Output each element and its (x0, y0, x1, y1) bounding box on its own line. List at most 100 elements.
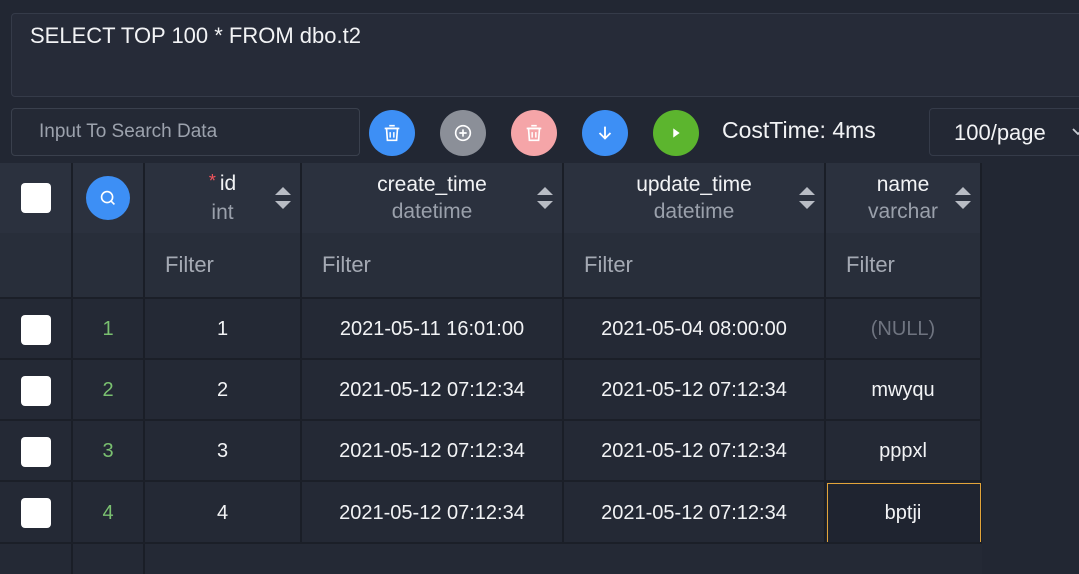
cell-value: 2021-05-04 08:00:00 (601, 318, 787, 340)
export-button[interactable] (582, 110, 628, 156)
cell-value: 2021-05-12 07:12:34 (339, 440, 525, 462)
row-number-cell: 3 (73, 421, 145, 482)
row-select-cell (0, 299, 73, 360)
cell-value: 2021-05-12 07:12:34 (601, 501, 787, 524)
cell-edit-value[interactable]: bptji (885, 502, 922, 525)
cell-value: 2021-05-12 07:12:34 (601, 440, 787, 462)
filter-cell-name (826, 233, 982, 297)
filter-cell-id (145, 233, 302, 297)
cell-update-time[interactable]: 2021-05-04 08:00:00 (564, 299, 826, 360)
column-name: update_time (636, 173, 752, 196)
header-row: * id int create_time datetime update_time… (0, 163, 982, 233)
cell-name[interactable]: mwyqu (826, 360, 982, 421)
cell-value: 3 (216, 440, 229, 462)
table-row[interactable]: 3 3 2021-05-12 07:12:34 2021-05-12 07:12… (0, 419, 982, 482)
sql-query-text[interactable]: SELECT TOP 100 * FROM dbo.t2 (30, 23, 361, 49)
cell-id[interactable]: 2 (145, 360, 302, 421)
row-checkbox[interactable] (20, 498, 51, 528)
cell-name-editing[interactable]: bptji (826, 482, 982, 544)
cost-time-label: CostTime: 4ms (722, 117, 876, 143)
sort-icon[interactable] (274, 184, 292, 212)
add-row-button[interactable] (440, 110, 486, 156)
row-number: 3 (102, 440, 114, 462)
column-name: id (219, 172, 237, 195)
cell-update-time[interactable]: 2021-05-12 07:12:34 (564, 421, 826, 482)
table-row[interactable]: 4 4 2021-05-12 07:12:34 2021-05-12 07:12… (0, 480, 982, 544)
column-name: create_time (377, 173, 487, 196)
cell-name[interactable]: (NULL) (826, 299, 982, 360)
filter-cell-create-time (302, 233, 564, 297)
cell-id[interactable]: 1 (145, 299, 302, 360)
row-number: 2 (102, 379, 114, 401)
run-button[interactable] (653, 110, 699, 156)
delete-row-button[interactable] (511, 110, 557, 156)
search-box[interactable] (11, 108, 360, 156)
filter-blank-cell (73, 233, 145, 297)
search-input[interactable] (12, 109, 359, 155)
select-all-checkbox[interactable] (20, 183, 51, 213)
trash-clear-icon (384, 124, 400, 142)
cell-value: 1 (216, 318, 229, 340)
cell-create-time[interactable]: 2021-05-12 07:12:34 (302, 360, 564, 421)
row-select-cell (0, 544, 73, 574)
cell-value-null: (NULL) (870, 318, 936, 340)
row-select-cell (0, 482, 73, 544)
cell-value: 2021-05-12 07:12:34 (339, 379, 525, 401)
filter-input-id[interactable] (145, 233, 300, 297)
column-name: name (876, 173, 930, 196)
play-icon (673, 128, 680, 138)
column-header-update-time[interactable]: update_time datetime (564, 163, 826, 233)
cell-name[interactable]: pppxl (826, 421, 982, 482)
table-row[interactable]: 1 1 2021-05-11 16:01:00 2021-05-04 08:00… (0, 297, 982, 360)
cell-value: mwyqu (871, 379, 935, 401)
cell-value: 4 (216, 501, 229, 524)
cell-value: 2021-05-12 07:12:34 (339, 501, 525, 524)
filter-input-update-time[interactable] (564, 233, 824, 297)
delete-icon (526, 124, 542, 142)
grid-search-button[interactable] (86, 176, 130, 220)
table-row-partial (0, 542, 982, 574)
sql-editor[interactable]: SELECT TOP 100 * FROM dbo.t2 (11, 13, 1079, 97)
cell-update-time[interactable]: 2021-05-12 07:12:34 (564, 482, 826, 544)
column-header-name[interactable]: name varchar (826, 163, 982, 233)
chevron-down-icon (1072, 128, 1079, 136)
cell-update-time[interactable]: 2021-05-12 07:12:34 (564, 360, 826, 421)
row-number-cell (73, 544, 145, 574)
row-number: 4 (102, 501, 114, 524)
row-checkbox[interactable] (20, 314, 51, 345)
page-size-select[interactable]: 100/page (929, 108, 1079, 156)
sort-icon[interactable] (536, 184, 554, 212)
cell-create-time[interactable]: 2021-05-12 07:12:34 (302, 482, 564, 544)
page-size-value: 100/page (954, 120, 1046, 145)
column-header-id[interactable]: * id int (145, 163, 302, 233)
sort-icon[interactable] (798, 184, 816, 212)
search-icon (100, 190, 116, 206)
cell-id[interactable]: 4 (145, 482, 302, 544)
filter-input-name[interactable] (826, 233, 980, 297)
cell-value: pppxl (879, 440, 927, 462)
row-checkbox[interactable] (20, 375, 51, 406)
row-number: 1 (102, 318, 114, 340)
row-number-cell: 4 (73, 482, 145, 544)
sort-icon[interactable] (954, 184, 972, 212)
cell-value: 2021-05-11 16:01:00 (339, 318, 525, 340)
filter-blank-cell (0, 233, 73, 297)
column-type: varchar (867, 200, 939, 223)
cell-id[interactable]: 3 (145, 421, 302, 482)
cell-create-time[interactable]: 2021-05-12 07:12:34 (302, 421, 564, 482)
column-type: datetime (391, 200, 473, 223)
arrow-down-icon (598, 126, 612, 140)
cell-create-time[interactable]: 2021-05-11 16:01:00 (302, 299, 564, 360)
cell-value: 2021-05-12 07:12:34 (601, 379, 787, 401)
filter-input-create-time[interactable] (302, 233, 562, 297)
required-marker: * (208, 171, 216, 191)
row-checkbox[interactable] (20, 436, 51, 467)
plus-circle-icon (454, 124, 472, 142)
column-type: int (211, 201, 234, 224)
grid-search-cell (73, 163, 145, 233)
select-all-cell (0, 163, 73, 233)
clear-button[interactable] (369, 110, 415, 156)
column-header-create-time[interactable]: create_time datetime (302, 163, 564, 233)
row-number-cell: 2 (73, 360, 145, 421)
table-row[interactable]: 2 2 2021-05-12 07:12:34 2021-05-12 07:12… (0, 358, 982, 421)
